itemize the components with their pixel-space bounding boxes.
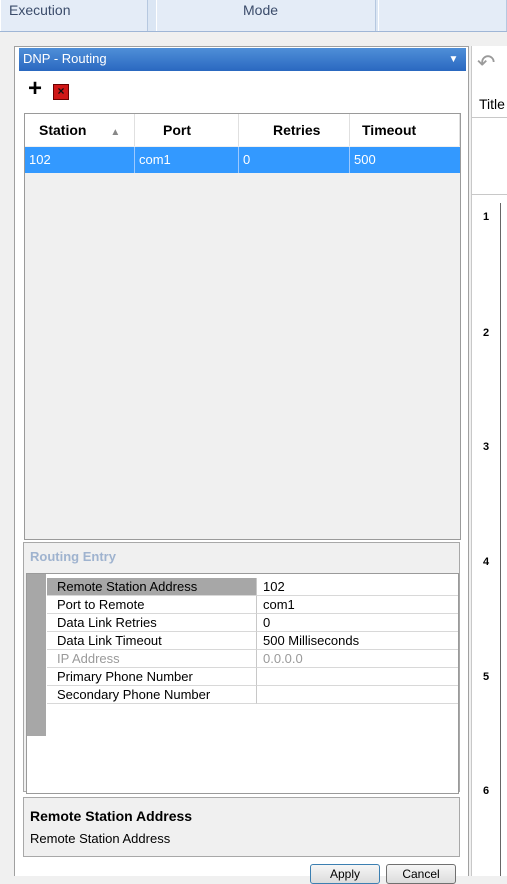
right-panel-title: Title — [479, 96, 505, 112]
column-header-port[interactable]: Port — [135, 114, 239, 146]
description-text: Remote Station Address — [30, 831, 171, 846]
property-name-remote-station-address[interactable]: Remote Station Address — [47, 578, 257, 596]
timeline-axis — [500, 203, 501, 876]
property-gutter — [27, 574, 46, 736]
property-value-secondary-phone[interactable] — [257, 686, 458, 704]
panel-title: DNP - Routing — [19, 48, 466, 71]
property-name-data-link-timeout[interactable]: Data Link Timeout — [47, 632, 257, 650]
property-value-primary-phone[interactable] — [257, 668, 458, 686]
row-number: 5 — [483, 671, 490, 683]
column-header-retries[interactable]: Retries — [239, 114, 350, 146]
cancel-button[interactable]: Cancel — [386, 864, 456, 884]
property-value-port-to-remote[interactable]: com1 — [257, 596, 458, 614]
tab-execution[interactable]: Execution — [0, 0, 148, 31]
right-panel — [471, 46, 507, 876]
property-name-ip-address[interactable]: IP Address — [47, 650, 257, 668]
row-number: 6 — [483, 785, 490, 797]
cell-port[interactable]: com1 — [135, 147, 239, 173]
property-value-data-link-retries[interactable]: 0 — [257, 614, 458, 632]
description-title: Remote Station Address — [30, 808, 193, 824]
tab-mode[interactable]: Mode — [156, 0, 376, 31]
cell-retries[interactable]: 0 — [239, 147, 350, 173]
property-name-data-link-retries[interactable]: Data Link Retries — [47, 614, 257, 632]
cell-timeout[interactable]: 500 — [350, 147, 460, 173]
sort-ascending-icon: ▲ — [110, 127, 121, 138]
apply-button[interactable]: Apply — [310, 864, 380, 884]
row-number: 2 — [483, 327, 490, 339]
property-name-primary-phone[interactable]: Primary Phone Number — [47, 668, 257, 686]
routing-grid — [24, 113, 461, 540]
column-header-label: Station — [39, 122, 87, 138]
divider — [471, 194, 507, 195]
property-value-remote-station-address[interactable]: 102 — [257, 578, 458, 596]
row-number: 3 — [483, 441, 490, 453]
routing-entry-title: Routing Entry — [30, 549, 116, 564]
row-number: 4 — [483, 556, 490, 568]
cell-station[interactable]: 102 — [25, 147, 135, 173]
column-header-station[interactable]: Station ▲ — [25, 114, 135, 146]
row-number: 1 — [483, 211, 490, 223]
property-value-data-link-timeout[interactable]: 500 Milliseconds — [257, 632, 458, 650]
tab-blank[interactable] — [378, 0, 507, 31]
add-route-button[interactable]: + — [25, 77, 45, 101]
delete-route-button[interactable]: × — [53, 84, 69, 100]
divider — [471, 117, 507, 118]
chevron-down-icon[interactable]: ▼ — [441, 48, 466, 71]
description-box — [23, 797, 460, 857]
property-name-secondary-phone[interactable]: Secondary Phone Number — [47, 686, 257, 704]
undo-icon[interactable]: ↶ — [477, 52, 499, 74]
column-header-timeout[interactable]: Timeout — [350, 114, 460, 146]
property-value-ip-address[interactable]: 0.0.0.0 — [257, 650, 458, 668]
property-name-port-to-remote[interactable]: Port to Remote — [47, 596, 257, 614]
